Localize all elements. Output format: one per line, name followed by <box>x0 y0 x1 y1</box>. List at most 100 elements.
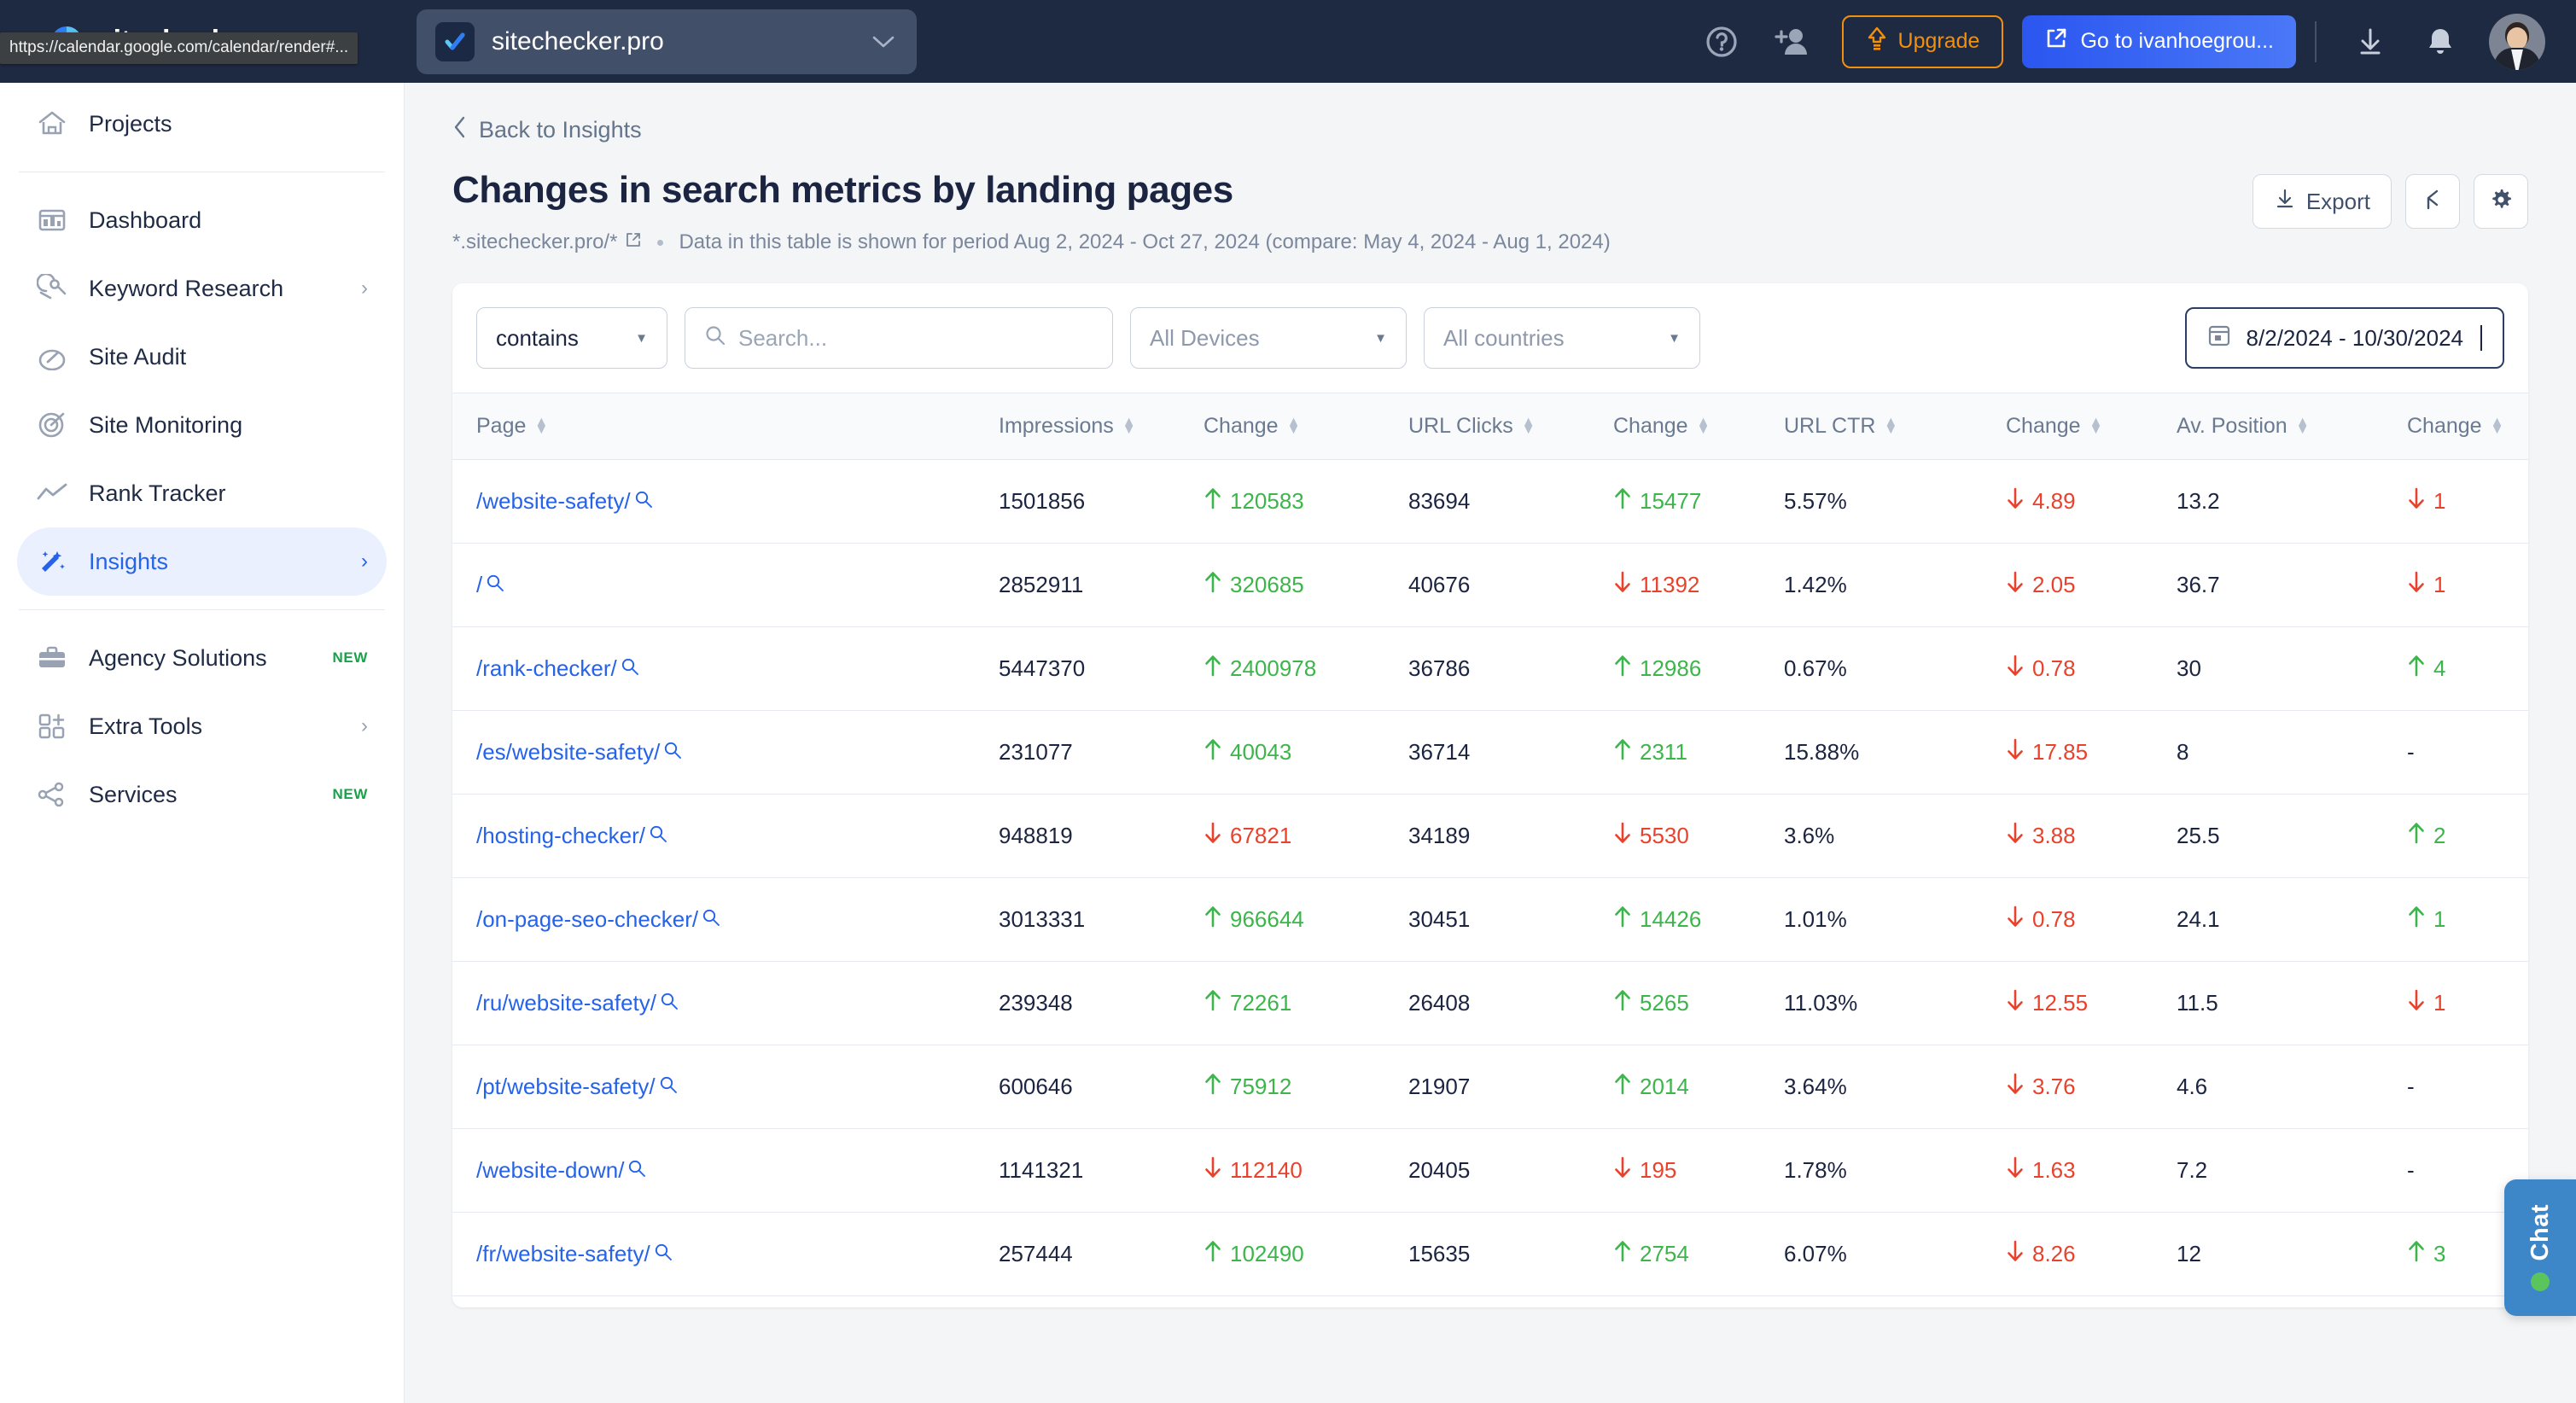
cell-impressions-change: 72261 <box>1203 961 1408 1045</box>
page-link[interactable]: /fr/website-safety/ <box>476 1241 673 1267</box>
page-link[interactable]: /es/website-safety/ <box>476 739 682 766</box>
page-path: /website-safety/ <box>476 488 631 514</box>
table-row[interactable]: / 2852911 320685 40676 11392 1.42% 2.05 … <box>452 543 2528 627</box>
search-magnifier-icon[interactable] <box>649 823 667 849</box>
impressions-change: 120583 <box>1203 486 1304 516</box>
column-header-url-clicks[interactable]: URL Clicks ▲ ▼ <box>1408 393 1613 460</box>
sidebar-item-site-audit[interactable]: Site Audit <box>17 323 387 391</box>
arrow-down-icon <box>2407 486 2426 516</box>
table-row[interactable]: /what-is-cms/ 408994 66544 14682 5734 3.… <box>452 1295 2528 1307</box>
go-to-project-label: Go to ivanhoegrou... <box>2080 29 2274 53</box>
search-magnifier-icon[interactable] <box>663 739 682 766</box>
upgrade-arrow-icon <box>1866 26 1888 57</box>
search-magnifier-icon[interactable] <box>621 655 639 682</box>
table-row[interactable]: /ru/website-safety/ 239348 72261 26408 5… <box>452 961 2528 1045</box>
upgrade-button[interactable]: Upgrade <box>1841 15 2004 68</box>
page-link[interactable]: /hosting-checker/ <box>476 823 667 849</box>
clicks-change: 11392 <box>1613 570 1699 600</box>
go-to-project-button[interactable]: Go to ivanhoegrou... <box>2022 15 2296 68</box>
search-magnifier-icon[interactable] <box>702 906 720 933</box>
export-button[interactable]: Export <box>2252 174 2392 229</box>
settings-button[interactable] <box>2474 174 2528 229</box>
page-link[interactable]: / <box>476 572 504 598</box>
position-change: 1 <box>2407 988 2445 1018</box>
search-magnifier-icon[interactable] <box>660 990 679 1016</box>
column-header-position-change[interactable]: Change ▲ ▼ <box>2407 393 2528 460</box>
cell-url-ctr: 1.42% <box>1784 543 2006 627</box>
table-row[interactable]: /website-down/ 1141321 112140 20405 195 … <box>452 1128 2528 1213</box>
cell-av-position: 11.5 <box>2177 961 2407 1045</box>
table-row[interactable]: /es/website-safety/ 231077 40043 36714 2… <box>452 710 2528 795</box>
clicks-change-value: 11392 <box>1640 572 1700 597</box>
table-row[interactable]: /hosting-checker/ 948819 67821 34189 553… <box>452 794 2528 878</box>
add-user-icon[interactable] <box>1763 14 1820 70</box>
avatar[interactable] <box>2489 13 2545 70</box>
page-link[interactable]: /rank-checker/ <box>476 655 639 682</box>
cell-clicks-change: 12986 <box>1613 626 1784 711</box>
page-link[interactable]: /website-down/ <box>476 1157 646 1184</box>
table-row[interactable]: /on-page-seo-checker/ 3013331 966644 304… <box>452 877 2528 962</box>
cell-impressions-change: 66544 <box>1203 1295 1408 1307</box>
search-magnifier-icon[interactable] <box>486 572 504 598</box>
sidebar-item-dashboard[interactable]: Dashboard <box>17 186 387 254</box>
back-to-insights-link[interactable]: Back to Insights <box>452 115 2528 145</box>
cell-impressions-change: 40043 <box>1203 710 1408 795</box>
cell-impressions: 231077 <box>999 710 1203 795</box>
match-mode-select[interactable]: contains ▼ <box>476 307 667 369</box>
column-header-url-ctr[interactable]: URL CTR ▲ ▼ <box>1784 393 2006 460</box>
sidebar-item-site-monitoring[interactable]: Site Monitoring <box>17 391 387 459</box>
ctr-change-value: 0.78 <box>2032 906 2076 932</box>
download-icon[interactable] <box>2342 14 2398 70</box>
page-link[interactable]: /pt/website-safety/ <box>476 1074 678 1100</box>
cell-av-position: 25.5 <box>2177 794 2407 878</box>
sidebar-item-extra-tools[interactable]: Extra Tools › <box>17 692 387 760</box>
search-input[interactable]: Search... <box>685 307 1113 369</box>
page-link[interactable]: /on-page-seo-checker/ <box>476 906 720 933</box>
search-magnifier-icon[interactable] <box>654 1241 673 1267</box>
impressions-change: 40043 <box>1203 737 1291 767</box>
column-header-impressions[interactable]: Impressions ▲ ▼ <box>999 393 1203 460</box>
cell-ctr-change: 0.78 <box>2006 626 2177 711</box>
back-link-label: Back to Insights <box>479 117 642 143</box>
table-header-row: Page ▲ ▼ Impressions ▲ ▼ Change ▲ ▼ URL Clicks… <box>452 393 2528 460</box>
search-magnifier-icon[interactable] <box>659 1074 678 1100</box>
search-magnifier-icon[interactable] <box>627 1157 646 1184</box>
cell-impressions: 5447370 <box>999 626 1203 711</box>
site-selector[interactable]: sitechecker.pro <box>417 9 917 74</box>
cell-impressions-change: 966644 <box>1203 877 1408 962</box>
domain-link[interactable]: *.sitechecker.pro/* <box>452 230 642 254</box>
sidebar-item-insights[interactable]: Insights › <box>17 527 387 596</box>
table-row[interactable]: /fr/website-safety/ 257444 102490 15635 … <box>452 1212 2528 1296</box>
devices-select[interactable]: All Devices ▼ <box>1130 307 1407 369</box>
ctr-change: 8.26 <box>2006 1239 2076 1269</box>
sidebar-item-keyword-research[interactable]: Keyword Research › <box>17 254 387 323</box>
table-row[interactable]: /rank-checker/ 5447370 2400978 36786 129… <box>452 626 2528 711</box>
share-button[interactable] <box>2405 174 2460 229</box>
table-header: Page ▲ ▼ Impressions ▲ ▼ Change ▲ ▼ URL Clicks… <box>452 393 2528 460</box>
column-header-clicks-change[interactable]: Change ▲ ▼ <box>1613 393 1784 460</box>
countries-select[interactable]: All countries ▼ <box>1424 307 1700 369</box>
column-header-av-position[interactable]: Av. Position ▲ ▼ <box>2177 393 2407 460</box>
column-header-ctr-change[interactable]: Change ▲ ▼ <box>2006 393 2177 460</box>
ctr-change-value: 4.89 <box>2032 488 2076 514</box>
cell-page: /fr/website-safety/ <box>452 1212 999 1296</box>
sidebar-item-agency-solutions[interactable]: Agency Solutions NEW <box>17 624 387 692</box>
search-magnifier-icon[interactable] <box>634 488 653 515</box>
clicks-change-value: 12986 <box>1640 655 1702 681</box>
page-path: / <box>476 572 483 597</box>
cell-url-clicks: 83694 <box>1408 459 1613 544</box>
column-header-page[interactable]: Page ▲ ▼ <box>452 393 999 460</box>
table-row[interactable]: /website-safety/ 1501856 120583 83694 15… <box>452 459 2528 544</box>
page-link[interactable]: /ru/website-safety/ <box>476 990 679 1016</box>
sidebar-item-projects[interactable]: Projects <box>17 90 387 158</box>
sidebar-item-services[interactable]: Services NEW <box>17 760 387 829</box>
help-circle-icon[interactable] <box>1693 14 1750 70</box>
column-header-impressions-change[interactable]: Change ▲ ▼ <box>1203 393 1408 460</box>
bell-icon[interactable] <box>2412 14 2468 70</box>
table-row[interactable]: /pt/website-safety/ 600646 75912 21907 2… <box>452 1045 2528 1129</box>
date-range-input[interactable]: 8/2/2024 - 10/30/2024 <box>2184 307 2504 369</box>
chat-widget-button[interactable]: Chat <box>2504 1179 2576 1316</box>
cell-url-ctr: 0.67% <box>1784 626 2006 711</box>
sidebar-item-rank-tracker[interactable]: Rank Tracker <box>17 459 387 527</box>
page-link[interactable]: /website-safety/ <box>476 488 653 515</box>
